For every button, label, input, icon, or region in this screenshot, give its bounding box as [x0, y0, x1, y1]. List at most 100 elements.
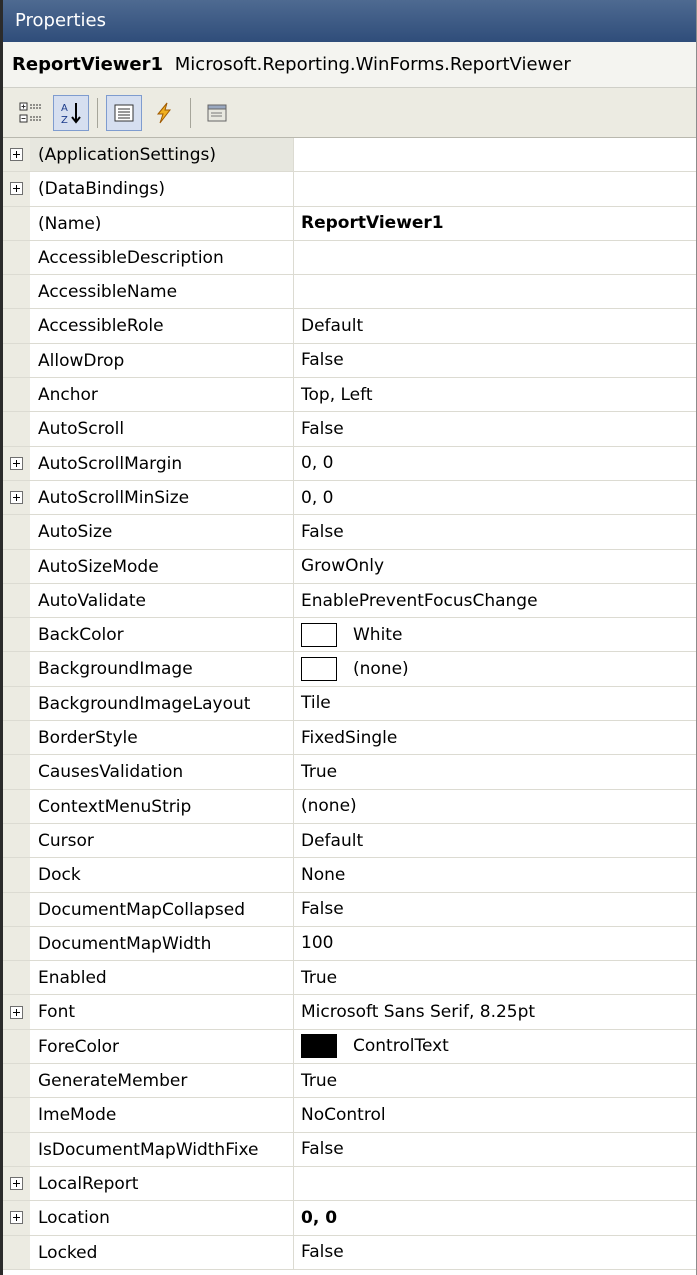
- property-name[interactable]: Font: [30, 995, 294, 1029]
- property-value[interactable]: Default: [294, 824, 696, 857]
- property-name[interactable]: (DataBindings): [30, 172, 294, 206]
- property-row[interactable]: ContextMenuStrip (none): [3, 789, 696, 824]
- property-name[interactable]: ForeColor: [30, 1029, 294, 1064]
- property-name[interactable]: ContextMenuStrip: [30, 789, 294, 823]
- property-row[interactable]: IsDocumentMapWidthFixe False: [3, 1132, 696, 1167]
- property-name[interactable]: DocumentMapCollapsed: [30, 892, 294, 926]
- expand-plus-icon[interactable]: [10, 491, 23, 505]
- property-value[interactable]: GrowOnly: [294, 550, 696, 583]
- property-row[interactable]: BorderStyle FixedSingle: [3, 721, 696, 756]
- property-name[interactable]: BackgroundImageLayout: [30, 686, 294, 721]
- property-name[interactable]: AutoSize: [30, 515, 294, 549]
- property-row[interactable]: AccessibleDescription: [3, 240, 696, 276]
- expand-plus-icon[interactable]: [10, 1211, 23, 1225]
- property-name[interactable]: Cursor: [30, 823, 294, 858]
- expand-plus-icon[interactable]: [10, 456, 23, 470]
- property-name[interactable]: BackColor: [30, 618, 294, 652]
- property-row[interactable]: (ApplicationSettings): [3, 138, 696, 173]
- property-value[interactable]: 0, 0: [294, 447, 696, 480]
- property-row[interactable]: Cursor Default: [3, 823, 696, 859]
- property-name[interactable]: BackgroundImage: [30, 652, 294, 686]
- property-value[interactable]: False: [294, 344, 696, 377]
- object-selector[interactable]: ReportViewer1 Microsoft.Reporting.WinFor…: [3, 42, 696, 88]
- property-name[interactable]: BorderStyle: [30, 721, 294, 755]
- property-value[interactable]: False: [294, 1236, 696, 1269]
- property-row[interactable]: AccessibleRole Default: [3, 309, 696, 344]
- property-value[interactable]: True: [294, 755, 696, 788]
- expand-plus-icon[interactable]: [10, 1005, 23, 1019]
- property-row[interactable]: LocalReport: [3, 1166, 696, 1202]
- property-name[interactable]: AccessibleDescription: [30, 240, 294, 275]
- property-row[interactable]: AutoSize False: [3, 515, 696, 550]
- property-row[interactable]: GenerateMember True: [3, 1064, 696, 1099]
- property-row[interactable]: AutoSizeMode GrowOnly: [3, 549, 696, 584]
- property-value[interactable]: None: [294, 858, 696, 891]
- alphabetical-button[interactable]: A Z: [53, 94, 89, 131]
- property-row[interactable]: BackgroundImage (none): [3, 652, 696, 687]
- property-row[interactable]: DocumentMapWidth 100: [3, 926, 696, 962]
- property-row[interactable]: BackColor White: [3, 618, 696, 653]
- property-name[interactable]: (Name): [30, 206, 294, 240]
- expand-plus-icon[interactable]: [10, 1177, 23, 1191]
- property-row[interactable]: AutoScroll False: [3, 412, 696, 447]
- categorized-button[interactable]: [13, 95, 49, 131]
- property-pages-button[interactable]: [199, 95, 235, 131]
- property-name[interactable]: Anchor: [30, 378, 294, 412]
- property-value[interactable]: [294, 1167, 696, 1200]
- property-name[interactable]: AccessibleName: [30, 275, 294, 309]
- property-value[interactable]: ReportViewer1: [294, 207, 696, 240]
- property-name[interactable]: Location: [30, 1201, 294, 1235]
- property-value[interactable]: NoControl: [294, 1098, 696, 1131]
- property-name[interactable]: Dock: [30, 858, 294, 892]
- property-name[interactable]: AllowDrop: [30, 343, 294, 378]
- property-name[interactable]: DocumentMapWidth: [30, 926, 294, 961]
- property-name[interactable]: AutoScroll: [30, 412, 294, 446]
- property-name[interactable]: AutoScrollMargin: [30, 446, 294, 480]
- property-value[interactable]: [294, 172, 696, 205]
- property-row[interactable]: (Name) ReportViewer1: [3, 206, 696, 241]
- property-row[interactable]: Location 0, 0: [3, 1201, 696, 1236]
- property-row[interactable]: AllowDrop False: [3, 343, 696, 379]
- property-name[interactable]: AccessibleRole: [30, 309, 294, 343]
- property-value[interactable]: False: [294, 515, 696, 548]
- property-row[interactable]: Dock None: [3, 858, 696, 893]
- property-row[interactable]: Locked False: [3, 1235, 696, 1270]
- property-row[interactable]: ForeColor ControlText: [3, 1029, 696, 1065]
- property-row[interactable]: Font Microsoft Sans Serif, 8.25pt: [3, 995, 696, 1030]
- property-value[interactable]: True: [294, 1064, 696, 1097]
- expand-plus-icon[interactable]: [10, 182, 23, 196]
- property-row[interactable]: AutoScrollMinSize 0, 0: [3, 480, 696, 516]
- property-value[interactable]: White: [294, 618, 696, 651]
- property-value[interactable]: ControlText: [294, 1030, 696, 1063]
- property-name[interactable]: LocalReport: [30, 1166, 294, 1201]
- property-value[interactable]: Microsoft Sans Serif, 8.25pt: [294, 995, 696, 1028]
- property-value[interactable]: Tile: [294, 687, 696, 720]
- property-name[interactable]: (ApplicationSettings): [30, 138, 294, 172]
- property-name[interactable]: Enabled: [30, 961, 294, 995]
- property-row[interactable]: Enabled True: [3, 961, 696, 996]
- property-name[interactable]: AutoValidate: [30, 583, 294, 618]
- events-button[interactable]: [146, 95, 182, 131]
- property-row[interactable]: ImeMode NoControl: [3, 1098, 696, 1133]
- property-value[interactable]: FixedSingle: [294, 721, 696, 754]
- property-name[interactable]: AutoScrollMinSize: [30, 480, 294, 515]
- property-name[interactable]: IsDocumentMapWidthFixe: [30, 1132, 294, 1166]
- property-value[interactable]: (none): [294, 790, 696, 823]
- property-row[interactable]: AutoScrollMargin 0, 0: [3, 446, 696, 481]
- property-name[interactable]: Locked: [30, 1235, 294, 1269]
- property-row[interactable]: AccessibleName: [3, 275, 696, 310]
- property-value[interactable]: False: [294, 412, 696, 445]
- property-row[interactable]: DocumentMapCollapsed False: [3, 892, 696, 927]
- property-name[interactable]: ImeMode: [30, 1098, 294, 1132]
- property-value[interactable]: Top, Left: [294, 378, 696, 411]
- property-value[interactable]: 0, 0: [294, 1201, 696, 1234]
- properties-button[interactable]: [106, 94, 142, 131]
- property-value[interactable]: 0, 0: [294, 481, 696, 514]
- property-row[interactable]: Anchor Top, Left: [3, 378, 696, 413]
- property-value[interactable]: False: [294, 893, 696, 926]
- property-name[interactable]: CausesValidation: [30, 755, 294, 789]
- property-value[interactable]: 100: [294, 927, 696, 960]
- property-value[interactable]: Default: [294, 309, 696, 342]
- property-value[interactable]: [294, 241, 696, 274]
- property-value[interactable]: [294, 138, 696, 171]
